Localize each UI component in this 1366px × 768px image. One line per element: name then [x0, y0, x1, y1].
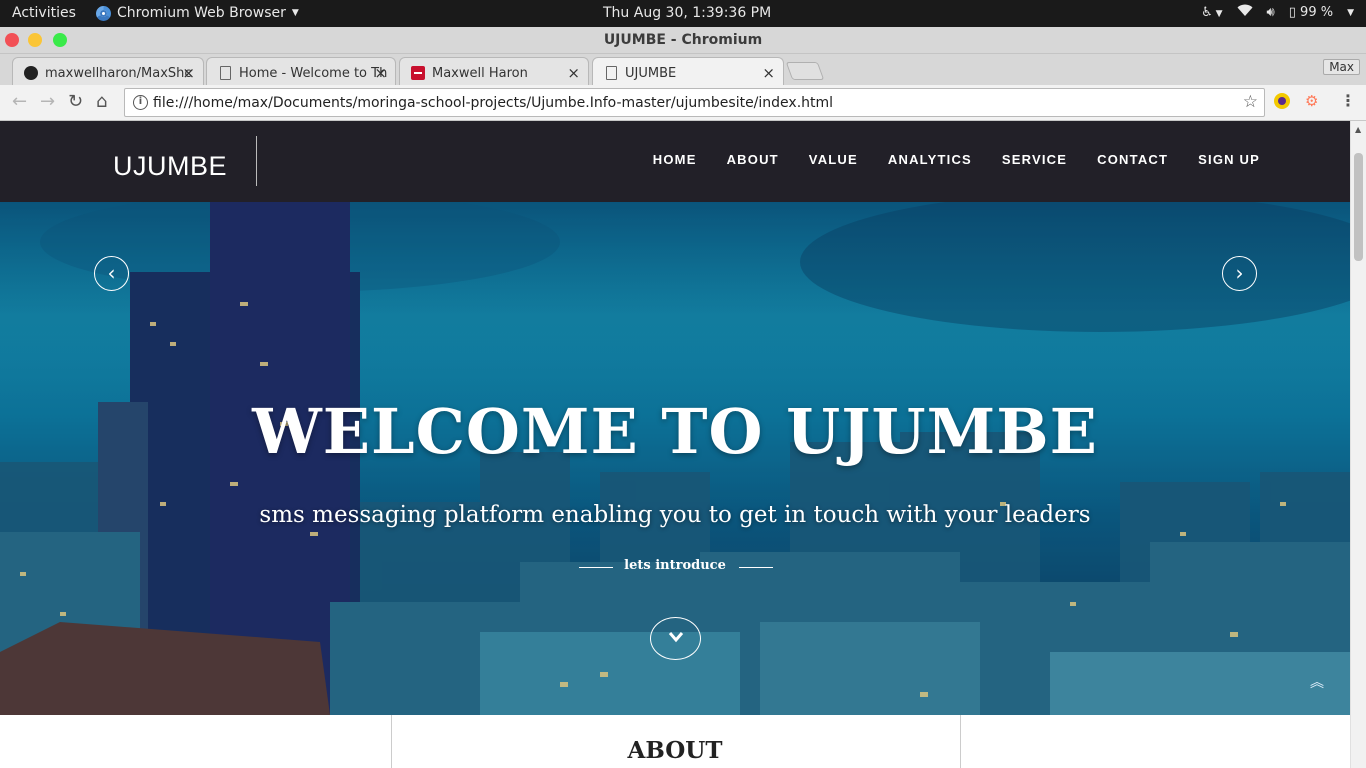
- carousel-next-button[interactable]: ›: [1222, 256, 1257, 291]
- chevron-left-icon: ‹: [107, 261, 116, 285]
- tab-ujumbe[interactable]: UJUMBE ×: [592, 57, 784, 86]
- tab-github[interactable]: maxwellharon/MaxShc ×: [12, 57, 204, 85]
- chevron-down-icon: [668, 632, 684, 643]
- back-arrow-icon[interactable]: ←: [12, 93, 27, 111]
- close-icon[interactable]: ×: [762, 64, 775, 82]
- site-logo[interactable]: UJUMBE: [113, 151, 227, 182]
- clock[interactable]: Thu Aug 30, 1:39:36 PM: [603, 5, 771, 21]
- nav-about[interactable]: ABOUT: [727, 152, 779, 167]
- intro-text: lets introduce: [624, 558, 726, 573]
- browser-menu-icon[interactable]: ⋮: [1340, 91, 1356, 110]
- hero-carousel: ‹ › WELCOME TO UJUMBE sms messaging plat…: [0, 202, 1350, 715]
- page-scrollbar[interactable]: ▲: [1350, 121, 1366, 768]
- battery-indicator[interactable]: ▯ 99 %: [1289, 5, 1333, 20]
- nav-analytics[interactable]: ANALYTICS: [888, 152, 972, 167]
- window-title: UJUMBE - Chromium: [603, 32, 763, 48]
- close-icon[interactable]: ×: [374, 64, 387, 82]
- battery-level: 99 %: [1300, 5, 1334, 20]
- activities-button[interactable]: Activities: [12, 5, 76, 21]
- chevron-right-icon: ›: [1235, 261, 1244, 285]
- nav-sign-up[interactable]: SIGN UP: [1198, 152, 1260, 167]
- scroll-down-button[interactable]: [650, 617, 701, 660]
- browser-toolbar: ← → ↻ ⌂ i file:///home/max/Documents/mor…: [0, 85, 1366, 121]
- page-viewport: UJUMBE HOME ABOUT VALUE ANALYTICS SERVIC…: [0, 121, 1350, 768]
- address-url[interactable]: file:///home/max/Documents/moringa-schoo…: [153, 95, 833, 111]
- nav-service[interactable]: SERVICE: [1002, 152, 1067, 167]
- app-menu[interactable]: Chromium Web Browser ▼: [96, 5, 299, 21]
- about-heading: ABOUT: [627, 737, 723, 764]
- home-icon[interactable]: ⌂: [96, 93, 107, 111]
- nav-value[interactable]: VALUE: [809, 152, 858, 167]
- tab-label: maxwellharon/MaxShc: [45, 66, 192, 81]
- forward-arrow-icon[interactable]: →: [40, 93, 55, 111]
- app-menu-label: Chromium Web Browser: [117, 5, 286, 21]
- chevron-down-icon: ▼: [291, 8, 299, 18]
- bookmark-star-icon[interactable]: ☆: [1243, 92, 1258, 112]
- tab-home-welcome[interactable]: Home - Welcome to Th ×: [206, 57, 396, 85]
- battery-icon: ▯: [1288, 5, 1296, 20]
- intro-line-right: [739, 567, 773, 568]
- tab-label: Home - Welcome to Th: [239, 66, 388, 81]
- scrollbar-thumb[interactable]: [1354, 153, 1363, 261]
- reload-icon[interactable]: ↻: [68, 93, 83, 111]
- about-section: ABOUT: [0, 715, 1350, 768]
- scroll-up-arrow-icon[interactable]: ▲: [1355, 125, 1361, 134]
- carousel-prev-button[interactable]: ‹: [94, 256, 129, 291]
- back-to-top-icon[interactable]: ︽: [1310, 672, 1324, 692]
- volume-icon[interactable]: 🔊︎: [1267, 5, 1275, 20]
- nav-home[interactable]: HOME: [653, 152, 697, 167]
- site-navbar: UJUMBE HOME ABOUT VALUE ANALYTICS SERVIC…: [0, 121, 1350, 202]
- wifi-icon[interactable]: [1237, 4, 1253, 21]
- document-icon: [606, 66, 617, 80]
- accessibility-icon[interactable]: ♿︎ ▼: [1201, 5, 1222, 20]
- github-icon: [24, 66, 38, 80]
- new-tab-button[interactable]: [785, 62, 825, 80]
- extension-hubspot-icon[interactable]: ⚙: [1305, 92, 1318, 110]
- document-icon: [220, 66, 231, 80]
- tab-strip: maxwellharon/MaxShc × Home - Welcome to …: [0, 54, 1366, 86]
- system-menu-caret-icon[interactable]: ▼: [1347, 8, 1354, 18]
- info-icon[interactable]: i: [133, 95, 148, 110]
- tab-maxwell-haron[interactable]: Maxwell Haron ×: [399, 57, 589, 85]
- close-icon[interactable]: ×: [182, 64, 195, 82]
- system-top-bar: Activities Chromium Web Browser ▼ Thu Au…: [0, 0, 1366, 27]
- window-title-bar: UJUMBE - Chromium: [0, 27, 1366, 54]
- tab-label: UJUMBE: [625, 66, 677, 81]
- chromium-icon: [96, 5, 111, 21]
- close-icon[interactable]: ×: [567, 64, 580, 82]
- system-tray[interactable]: ♿︎ ▼ 🔊︎ ▯ 99 % ▼: [1201, 4, 1354, 21]
- tab-label: Maxwell Haron: [432, 66, 528, 81]
- hero-subtitle: sms messaging platform enabling you to g…: [259, 502, 1091, 528]
- red-site-icon: [411, 66, 425, 80]
- extension-icon[interactable]: [1274, 93, 1290, 109]
- address-bar[interactable]: i file:///home/max/Documents/moringa-sch…: [124, 88, 1265, 117]
- profile-button[interactable]: Max: [1323, 59, 1360, 75]
- nav-contact[interactable]: CONTACT: [1097, 152, 1168, 167]
- navbar-divider: [256, 136, 257, 186]
- hero-title: WELCOME TO UJUMBE: [252, 395, 1098, 468]
- site-menu: HOME ABOUT VALUE ANALYTICS SERVICE CONTA…: [653, 152, 1260, 167]
